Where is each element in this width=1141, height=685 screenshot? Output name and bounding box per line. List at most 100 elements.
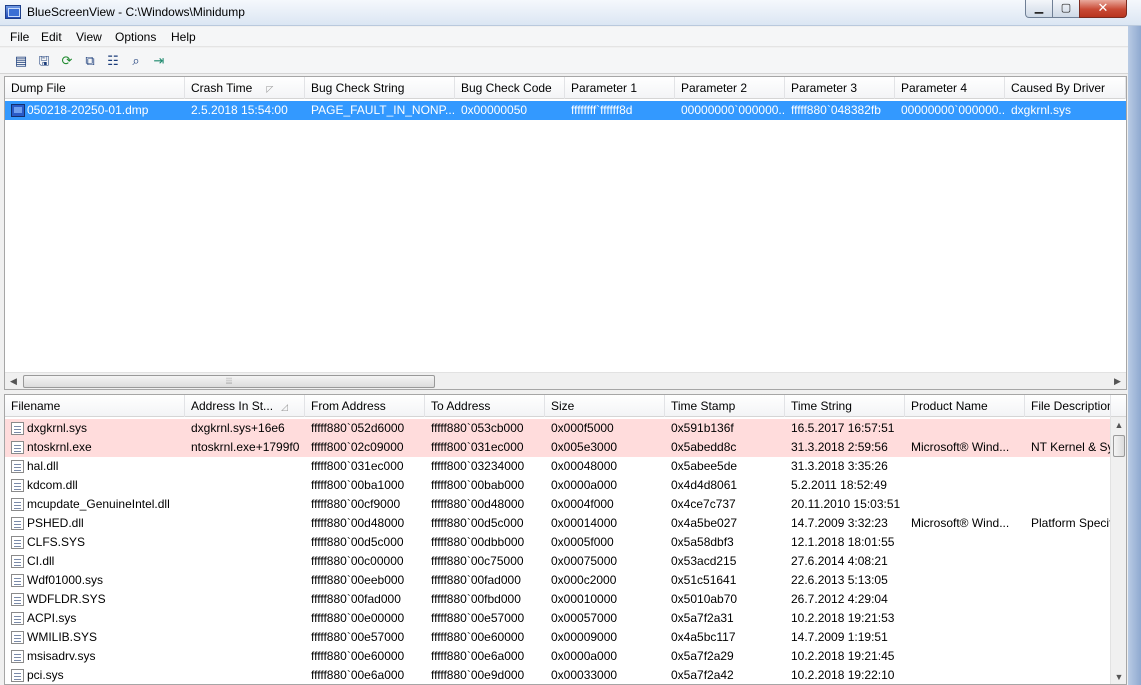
cell-time-stamp: 0x591b136f	[671, 421, 734, 435]
col-time-string[interactable]: Time String	[785, 395, 905, 417]
maximize-button[interactable]: ▢	[1052, 0, 1080, 18]
cell-to-address: fffff880`00d5c000	[431, 516, 524, 530]
col-parameter-4[interactable]: Parameter 4	[895, 77, 1005, 99]
cell-size: 0x000f5000	[551, 421, 614, 435]
col-dump-file[interactable]: Dump File	[5, 77, 185, 99]
table-row[interactable]: ntoskrnl.exe ntoskrnl.exe+1799f0 fffff800`…	[5, 438, 1111, 457]
cell-from-address: fffff880`00c00000	[311, 554, 404, 568]
cell-file-description	[1025, 647, 1111, 666]
table-row[interactable]: pci.sys fffff880`00e6a000 fffff880`00e9d00…	[5, 666, 1111, 684]
table-row[interactable]: CLFS.SYS fffff880`00d5c000 fffff880`00dbb0…	[5, 533, 1110, 552]
app-icon	[5, 5, 21, 19]
menu-edit[interactable]: Edit	[41, 30, 62, 44]
cell-address-in-stack	[185, 476, 305, 495]
table-row[interactable]: dxgkrnl.sys dxgkrnl.sys+16e6 fffff880`052d…	[5, 419, 1110, 438]
table-row[interactable]: PSHED.dll fffff880`00d48000 fffff880`00d5c…	[5, 514, 1111, 533]
col-parameter-3[interactable]: Parameter 3	[785, 77, 895, 99]
cell-filename: msisadrv.sys	[27, 649, 96, 663]
cell-size: 0x005e3000	[551, 440, 618, 454]
col-to-address[interactable]: To Address	[425, 395, 545, 417]
menu-help[interactable]: Help	[171, 30, 196, 44]
close-button[interactable]: ✕	[1079, 0, 1127, 18]
cell-address-in-stack	[185, 628, 305, 647]
sort-descending-icon: ◸	[266, 84, 274, 94]
cell-parameter-1: ffffffff`ffffff8d	[571, 103, 633, 117]
table-row[interactable]: mcupdate_GenuineIntel.dll fffff880`00cf90…	[5, 495, 1110, 514]
col-caused-by-driver[interactable]: Caused By Driver	[1005, 77, 1126, 99]
table-row[interactable]: kdcom.dll fffff800`00ba1000 fffff800`00bab…	[5, 476, 1110, 495]
properties-icon[interactable]: ☷	[104, 52, 122, 69]
cell-from-address: fffff880`00e60000	[311, 649, 405, 663]
dump-row[interactable]: 050218-20250-01.dmp 2.5.2018 15:54:00 PA…	[5, 101, 1126, 120]
scroll-thumb[interactable]	[1113, 435, 1125, 457]
cell-time-string: 14.7.2009 1:19:51	[791, 630, 888, 644]
col-from-address[interactable]: From Address	[305, 395, 425, 417]
col-parameter-1[interactable]: Parameter 1	[565, 77, 675, 99]
cell-from-address: fffff880`00e00000	[311, 611, 405, 625]
cell-filename: pci.sys	[27, 668, 64, 682]
table-row[interactable]: WMILIB.SYS fffff880`00e57000 fffff880`00e6…	[5, 628, 1110, 647]
col-bug-check-string[interactable]: Bug Check String	[305, 77, 455, 99]
scroll-up-arrow-icon[interactable]: ▲	[1111, 417, 1126, 434]
exit-icon[interactable]: ⇥	[150, 52, 168, 69]
cell-file-description	[1025, 666, 1111, 684]
cell-file-description	[1025, 495, 1111, 514]
col-filename[interactable]: Filename	[5, 395, 185, 417]
cell-file-description: Platform Specific	[1031, 516, 1111, 530]
save-icon[interactable]: 🖫	[35, 52, 53, 69]
col-crash-time-label: Crash Time	[191, 81, 253, 95]
col-size[interactable]: Size	[545, 395, 665, 417]
table-row[interactable]: CI.dll fffff880`00c00000 fffff880`00c75000…	[5, 552, 1110, 571]
cell-product-name	[905, 571, 1025, 590]
horizontal-scrollbar[interactable]: ◀ ⦙⦙⦙ ▶	[5, 372, 1126, 389]
scroll-thumb[interactable]: ⦙⦙⦙	[23, 375, 435, 388]
cell-from-address: fffff880`00e6a000	[311, 668, 405, 682]
cell-time-string: 31.3.2018 3:35:26	[791, 459, 888, 473]
scroll-right-arrow-icon[interactable]: ▶	[1109, 373, 1126, 389]
cell-size: 0x00057000	[551, 611, 618, 625]
col-file-description[interactable]: File Description	[1025, 395, 1111, 417]
copy-icon[interactable]: ⧉	[81, 52, 99, 69]
table-row[interactable]: msisadrv.sys fffff880`00e60000 fffff880`00…	[5, 647, 1110, 666]
cell-time-stamp: 0x4ce7c737	[671, 497, 736, 511]
cell-address-in-stack	[185, 495, 305, 514]
cell-filename: ntoskrnl.exe	[27, 440, 92, 454]
table-row[interactable]: Wdf01000.sys fffff880`00eeb000 fffff880`00…	[5, 571, 1110, 590]
cell-product-name	[905, 590, 1025, 609]
html-report-icon[interactable]: ▤	[12, 52, 30, 69]
cell-time-string: 10.2.2018 19:22:10	[791, 668, 895, 682]
minimize-button[interactable]: ▁	[1025, 0, 1053, 18]
menu-options[interactable]: Options	[115, 30, 156, 44]
cell-to-address: fffff880`00e6a000	[431, 649, 525, 663]
cell-address-in-stack	[185, 609, 305, 628]
vertical-scrollbar[interactable]: ▲ ▼	[1110, 417, 1126, 684]
driver-list-header: Filename Address In St... ◿ From Address …	[5, 395, 1126, 417]
refresh-icon[interactable]: ⟳	[58, 52, 76, 69]
table-row[interactable]: ACPI.sys fffff880`00e00000 fffff880`00e570…	[5, 609, 1110, 628]
cell-time-string: 27.6.2014 4:08:21	[791, 554, 888, 568]
table-row[interactable]: WDFLDR.SYS fffff880`00fad000 fffff880`00fb…	[5, 590, 1110, 609]
dump-file-list: Dump File Crash Time ◸ Bug Check String B…	[4, 76, 1127, 390]
menu-file[interactable]: File	[10, 30, 29, 44]
col-product-name[interactable]: Product Name	[905, 395, 1025, 417]
cell-time-string: 12.1.2018 18:01:55	[791, 535, 895, 549]
col-address-in-stack[interactable]: Address In St... ◿	[185, 395, 305, 417]
menu-view[interactable]: View	[76, 30, 102, 44]
cell-size: 0x00048000	[551, 459, 618, 473]
table-row[interactable]: hal.dll fffff800`031ec000 fffff800`0323400…	[5, 457, 1110, 476]
find-icon[interactable]: ⌕	[127, 52, 145, 69]
cell-product-name	[905, 419, 1025, 438]
cell-to-address: fffff800`00bab000	[431, 478, 525, 492]
col-time-stamp[interactable]: Time Stamp	[665, 395, 785, 417]
col-crash-time[interactable]: Crash Time ◸	[185, 77, 305, 99]
cell-product-name	[905, 552, 1025, 571]
cell-time-stamp: 0x5010ab70	[671, 592, 738, 606]
cell-address-in-stack	[185, 514, 305, 533]
col-parameter-2[interactable]: Parameter 2	[675, 77, 785, 99]
cell-file-description	[1025, 590, 1111, 609]
scroll-down-arrow-icon[interactable]: ▼	[1111, 669, 1126, 684]
cell-filename: Wdf01000.sys	[27, 573, 104, 587]
cell-to-address: fffff880`00c75000	[431, 554, 524, 568]
scroll-left-arrow-icon[interactable]: ◀	[5, 373, 22, 389]
col-bug-check-code[interactable]: Bug Check Code	[455, 77, 565, 99]
